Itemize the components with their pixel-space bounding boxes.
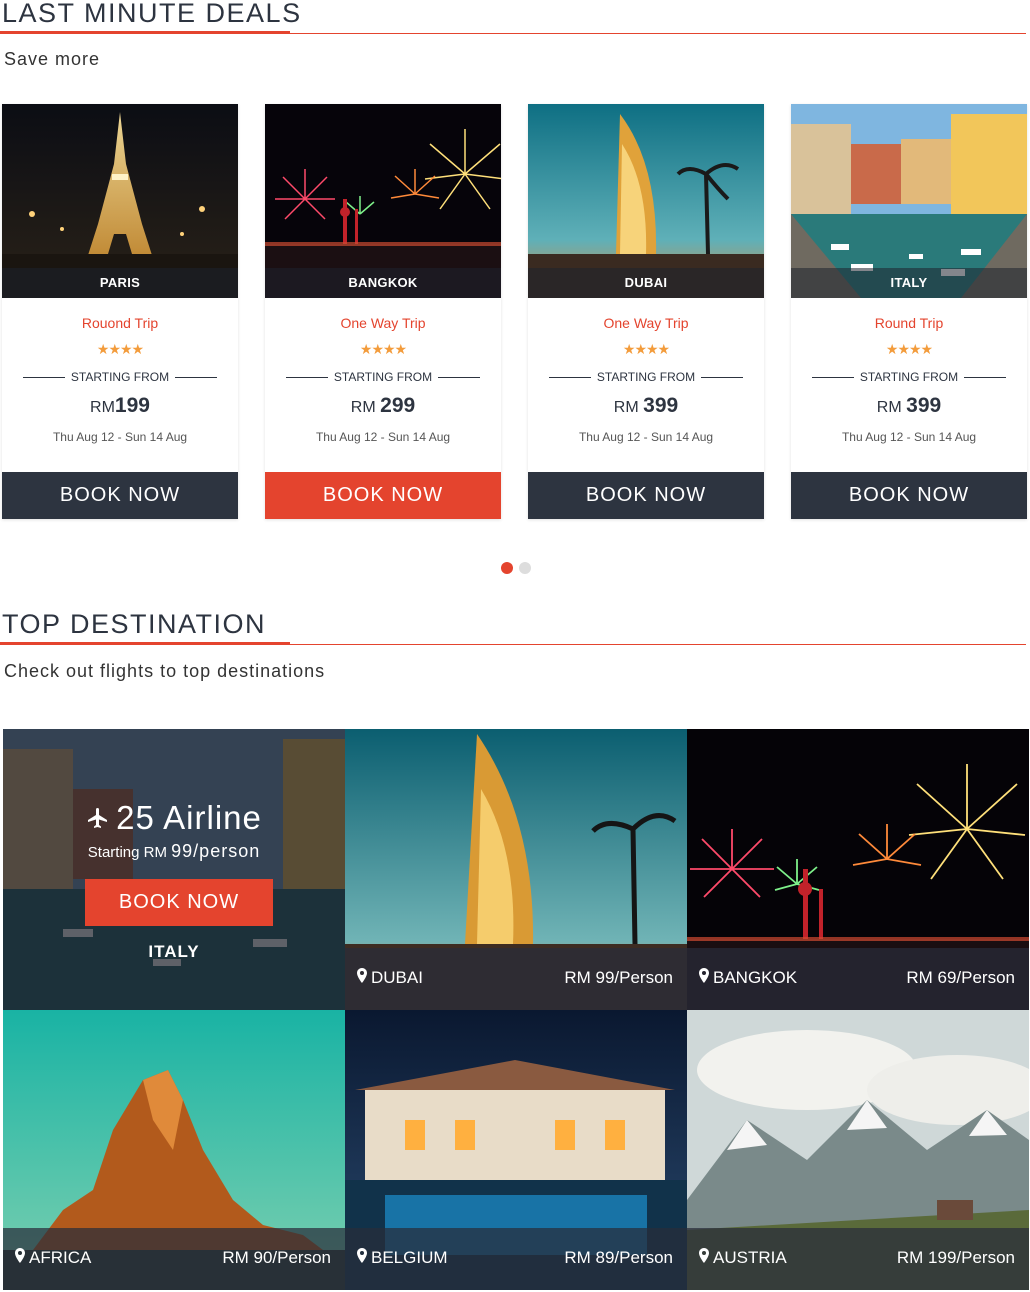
destinations-subtitle: Check out flights to top destinations: [4, 661, 326, 681]
map-pin-icon: [357, 968, 367, 983]
deal-dates: Thu Aug 12 - Sun 14 Aug: [315, 430, 451, 444]
destination-tile-bangkok[interactable]: BANGKOK RM 69/Person: [687, 729, 1029, 1010]
destinations-title-divider: [0, 644, 1026, 645]
featured-starting-price: Starting RM 99/person: [87, 841, 261, 861]
map-pin-icon: [699, 1248, 709, 1263]
star-rating: ★★★★: [96, 341, 144, 357]
deal-dates: Thu Aug 12 - Sun 14 Aug: [841, 430, 977, 444]
airplane-icon: [88, 808, 108, 828]
trip-type: Rouond Trip: [81, 315, 159, 331]
deal-card-paris: PARIS Rouond Trip ★★★★ STARTING FROM RM1…: [2, 104, 238, 519]
deals-section-title: LAST MINUTE DEALS: [2, 0, 302, 28]
deal-image-dubai[interactable]: DUBAI: [528, 104, 764, 298]
deal-card-italy: ITALY Round Trip ★★★★ STARTING FROM RM 3…: [791, 104, 1027, 519]
starting-from-label: STARTING FROM: [2, 370, 238, 384]
destination-name: BANGKOK: [699, 968, 797, 988]
map-pin-icon: [699, 968, 709, 983]
deals-title-divider: [0, 33, 1026, 34]
destination-price: RM 99/Person: [564, 968, 673, 987]
carousel-dot-2[interactable]: [519, 562, 531, 574]
featured-book-now-button[interactable]: BOOK NOW: [85, 879, 273, 926]
destination-price: RM 89/Person: [564, 1248, 673, 1267]
trip-type: Round Trip: [874, 315, 944, 331]
deal-city-italy: ITALY: [791, 268, 1027, 298]
destination-name: AFRICA: [15, 1248, 91, 1268]
deal-price: RM 399: [876, 394, 942, 417]
star-rating: ★★★★: [622, 341, 670, 357]
destination-price: RM 199/Person: [896, 1248, 1015, 1267]
trip-type: One Way Trip: [603, 315, 689, 331]
destination-tile-africa[interactable]: AFRICA RM 90/Person: [3, 1010, 345, 1290]
deal-image-paris[interactable]: PARIS: [2, 104, 238, 298]
map-pin-icon: [15, 1248, 25, 1263]
deal-card-bangkok: BANGKOK One Way Trip ★★★★ STARTING FROM …: [265, 104, 501, 519]
trip-type: One Way Trip: [340, 315, 426, 331]
deal-city-paris: PARIS: [2, 268, 238, 298]
deal-city-bangkok: BANGKOK: [265, 268, 501, 298]
destination-tile-belgium[interactable]: BELGIUM RM 89/Person: [345, 1010, 687, 1290]
star-rating: ★★★★: [359, 341, 407, 357]
book-now-button[interactable]: BOOK NOW: [2, 472, 238, 519]
starting-from-label: STARTING FROM: [528, 370, 764, 384]
deal-image-italy[interactable]: ITALY: [791, 104, 1027, 298]
destination-price: RM 90/Person: [222, 1248, 331, 1267]
star-rating: ★★★★: [885, 341, 933, 357]
featured-place-name: ITALY: [148, 942, 200, 961]
destination-tile-dubai[interactable]: DUBAI RM 99/Person: [345, 729, 687, 1010]
map-pin-icon: [357, 1248, 367, 1263]
destination-name: DUBAI: [357, 968, 423, 988]
starting-from-label: STARTING FROM: [791, 370, 1027, 384]
deal-card-dubai: DUBAI One Way Trip ★★★★ STARTING FROM RM…: [528, 104, 764, 519]
deal-price: RM199: [90, 394, 150, 417]
book-now-button[interactable]: BOOK NOW: [791, 472, 1027, 519]
carousel-dot-1[interactable]: [501, 562, 513, 574]
featured-destination-italy: 25 Airline Starting RM 99/person BOOK NO…: [3, 729, 345, 1010]
book-now-button[interactable]: BOOK NOW: [528, 472, 764, 519]
carousel-pagination: [501, 561, 537, 579]
deal-dates: Thu Aug 12 - Sun 14 Aug: [578, 430, 714, 444]
deals-subtitle: Save more: [4, 49, 101, 69]
deal-price: RM 299: [350, 394, 416, 417]
destinations-section-title: TOP DESTINATION: [2, 609, 267, 639]
destination-price: RM 69/Person: [906, 968, 1015, 987]
destination-name: BELGIUM: [357, 1248, 448, 1268]
deal-dates: Thu Aug 12 - Sun 14 Aug: [52, 430, 188, 444]
deal-city-dubai: DUBAI: [528, 268, 764, 298]
destination-name: AUSTRIA: [699, 1248, 787, 1268]
starting-from-label: STARTING FROM: [265, 370, 501, 384]
deal-image-bangkok[interactable]: BANGKOK: [265, 104, 501, 298]
destination-tile-austria[interactable]: AUSTRIA RM 199/Person: [687, 1010, 1029, 1290]
deal-price: RM 399: [613, 394, 679, 417]
featured-title: 25 Airline: [3, 799, 345, 837]
book-now-button[interactable]: BOOK NOW: [265, 472, 501, 519]
